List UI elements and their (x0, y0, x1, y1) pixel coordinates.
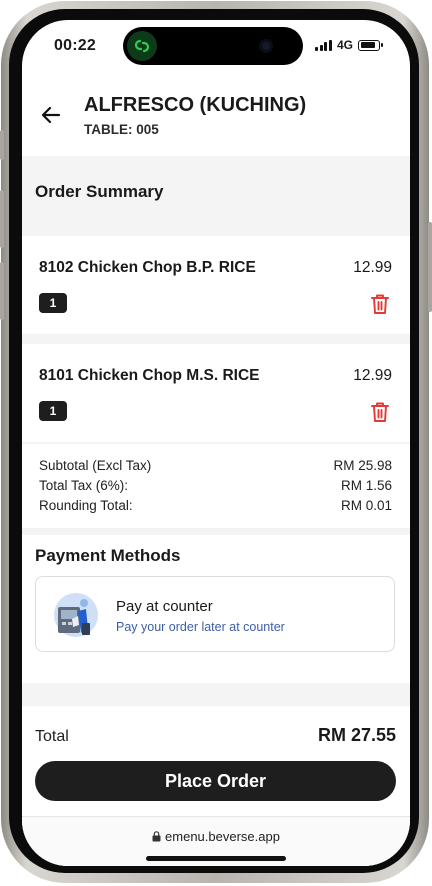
item-price: 12.99 (353, 367, 392, 384)
arrow-left-icon (41, 106, 61, 124)
battery-icon (358, 39, 383, 51)
order-summary-title: Order Summary (35, 182, 164, 201)
page-header: ALFRESCO (KUCHING) TABLE: 005 (22, 80, 410, 156)
item-name: 8102 Chicken Chop B.P. RICE (39, 259, 256, 276)
phone-side-button (0, 130, 4, 160)
totals-card: Subtotal (Excl Tax) RM 25.98 Total Tax (… (22, 444, 410, 528)
tax-row: Total Tax (6%): RM 1.56 (39, 478, 392, 493)
network-label: 4G (336, 38, 353, 52)
item-name: 8101 Chicken Chop M.S. RICE (39, 367, 260, 384)
home-indicator[interactable] (146, 856, 286, 861)
quantity-badge[interactable]: 1 (39, 401, 67, 421)
back-button[interactable] (36, 100, 66, 130)
trash-icon (371, 294, 389, 314)
pay-at-counter-option[interactable]: Pay at counter Pay your order later at c… (35, 576, 395, 652)
phone-side-button (0, 262, 4, 320)
tax-label: Total Tax (6%): (39, 478, 129, 493)
subtotal-label: Subtotal (Excl Tax) (39, 458, 152, 473)
screen: 00:22 4G ALFRESCO (KUCHING) TABLE: 005 O… (22, 20, 410, 866)
payment-method-subtitle: Pay your order later at counter (116, 620, 285, 634)
counter-payment-illustration-icon (54, 593, 98, 637)
url-text: emenu.beverse.app (165, 829, 280, 844)
subtotal-row: Subtotal (Excl Tax) RM 25.98 (39, 458, 392, 473)
status-indicators: 4G (315, 38, 383, 52)
shop-name: ALFRESCO (KUCHING) (84, 94, 307, 116)
total-label: Total (35, 728, 69, 745)
table-number: TABLE: 005 (84, 122, 159, 137)
link-app-icon (127, 31, 157, 61)
order-item: 8102 Chicken Chop B.P. RICE 12.99 1 (22, 236, 410, 334)
place-order-button[interactable]: Place Order (35, 761, 396, 801)
payment-methods: Payment Methods Pay at counter Pay your … (22, 535, 410, 683)
quantity-badge[interactable]: 1 (39, 293, 67, 313)
lock-icon (152, 831, 161, 842)
status-bar: 00:22 4G (22, 20, 410, 70)
order-item: 8101 Chicken Chop M.S. RICE 12.99 1 (22, 344, 410, 442)
subtotal-value: RM 25.98 (333, 458, 392, 473)
payment-methods-title: Payment Methods (35, 546, 181, 565)
total-value: RM 27.55 (317, 725, 396, 745)
checkout-footer: Total RM 27.55 Place Order emenu.beverse… (22, 706, 410, 866)
url-display: emenu.beverse.app (22, 829, 410, 844)
payment-method-title: Pay at counter (116, 598, 213, 615)
trash-icon (371, 402, 389, 422)
rounding-label: Rounding Total: (39, 498, 133, 513)
item-price: 12.99 (353, 259, 392, 276)
phone-side-button (428, 222, 432, 312)
tax-value: RM 1.56 (340, 478, 392, 493)
dynamic-island (123, 27, 303, 65)
delete-item-button[interactable] (368, 292, 392, 316)
phone-side-button (0, 190, 4, 248)
signal-icon (315, 39, 332, 51)
rounding-value: RM 0.01 (340, 498, 392, 513)
status-time: 00:22 (54, 37, 96, 54)
rounding-row: Rounding Total: RM 0.01 (39, 498, 392, 513)
camera-icon (259, 39, 273, 53)
delete-item-button[interactable] (368, 400, 392, 424)
